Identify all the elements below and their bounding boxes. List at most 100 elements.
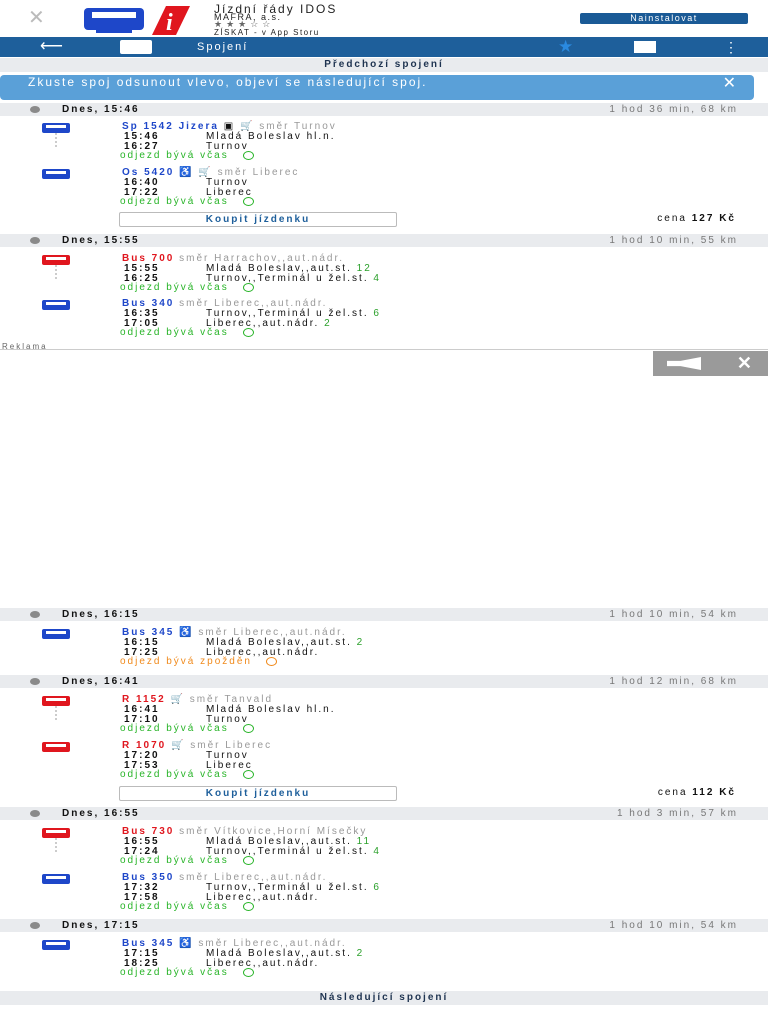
departure-time: Dnes, 16:41 bbox=[62, 676, 140, 687]
trip-duration: 1 hod 36 min, 68 km bbox=[609, 104, 738, 115]
top-nav-bar: ⟵ Spojení ★ ⋮ bbox=[0, 37, 768, 57]
punctuality-status: odjezd bývá včas bbox=[120, 150, 229, 162]
bus-icon bbox=[42, 629, 70, 639]
close-banner-icon[interactable]: ✕ bbox=[28, 5, 45, 30]
clock-icon bbox=[242, 724, 254, 733]
punctuality-status: odjezd bývá včas bbox=[120, 723, 229, 735]
route-line bbox=[55, 706, 57, 720]
connection-header[interactable]: Dnes, 17:15 1 hod 10 min, 54 km bbox=[0, 919, 768, 932]
punctuality-status: odjezd bývá včas bbox=[120, 282, 229, 294]
route-line bbox=[55, 133, 57, 147]
ticket-price: cena 127 Kč bbox=[657, 212, 736, 225]
previous-connections-button[interactable]: Předchozí spojení bbox=[0, 58, 768, 72]
clock-icon bbox=[242, 902, 254, 911]
price-label: cena bbox=[657, 213, 687, 224]
buy-ticket-button[interactable]: Koupit jízdenku bbox=[119, 786, 397, 801]
install-button[interactable]: Nainstalovat bbox=[580, 13, 748, 24]
dep-platform: 6 bbox=[373, 308, 381, 319]
header-dot-icon bbox=[30, 106, 40, 113]
close-ad-icon[interactable]: ✕ bbox=[737, 353, 752, 373]
bus-icon bbox=[42, 874, 70, 884]
bus-icon bbox=[42, 300, 70, 310]
trip-duration: 1 hod 10 min, 54 km bbox=[609, 609, 738, 620]
page-title: Spojení bbox=[197, 41, 249, 53]
next-connections-button[interactable]: Následující spojení bbox=[0, 991, 768, 1005]
connection-header[interactable]: Dnes, 16:41 1 hod 12 min, 68 km bbox=[0, 675, 768, 688]
departure-time: Dnes, 16:55 bbox=[62, 808, 140, 819]
trip-duration: 1 hod 3 min, 57 km bbox=[616, 808, 738, 819]
train-icon bbox=[42, 169, 70, 179]
ticket-price: cena 112 Kč bbox=[658, 786, 736, 799]
connection-leg[interactable]: Bus 350 směr Liberec,,aut.nádr. 17:32 Tur… bbox=[0, 872, 768, 912]
train-icon bbox=[42, 123, 70, 133]
dep-platform: 2 bbox=[356, 637, 365, 648]
clock-icon bbox=[242, 197, 254, 206]
svg-text:i: i bbox=[166, 10, 173, 35]
punctuality-status: odjezd bývá včas bbox=[120, 901, 229, 913]
clock-icon bbox=[242, 968, 254, 977]
clock-icon bbox=[242, 283, 254, 292]
clock-icon bbox=[242, 856, 254, 865]
arr-platform: 4 bbox=[373, 846, 381, 857]
punctuality-status: odjezd bývá včas bbox=[120, 327, 229, 339]
connection-leg[interactable]: Bus 345 ♿ směr Liberec,,aut.nádr. 17:15 M… bbox=[0, 938, 768, 978]
close-hint-icon[interactable]: ✕ bbox=[723, 76, 738, 92]
clock-icon bbox=[265, 657, 277, 666]
price-value: 112 Kč bbox=[692, 787, 736, 798]
clock-icon bbox=[242, 770, 254, 779]
connection-header[interactable]: Dnes, 15:55 1 hod 10 min, 55 km bbox=[0, 234, 768, 247]
back-arrow-icon[interactable]: ⟵ bbox=[40, 37, 63, 57]
ad-controls: ✕ bbox=[653, 351, 768, 376]
dep-platform: 2 bbox=[356, 948, 365, 959]
route-line bbox=[55, 838, 57, 852]
favorite-star-icon[interactable]: ★ bbox=[558, 37, 573, 57]
connection-header[interactable]: Dnes, 16:15 1 hod 10 min, 54 km bbox=[0, 608, 768, 621]
departure-time: Dnes, 15:55 bbox=[62, 235, 140, 246]
price-value: 127 Kč bbox=[691, 213, 736, 224]
connection-leg[interactable]: R 1070 🛒 směr Liberec 17:20 Turnov 17:53 L… bbox=[0, 740, 768, 780]
header-dot-icon bbox=[30, 810, 40, 817]
bus-icon bbox=[42, 828, 70, 838]
map-icon[interactable] bbox=[634, 41, 656, 53]
connection-leg[interactable]: Bus 700 směr Harrachov,,aut.nádr. 15:55 M… bbox=[0, 253, 768, 293]
departure-time: Dnes, 15:46 bbox=[62, 104, 140, 115]
app-banner: ✕ i Jízdní řády IDOS MAFRA, a.s. ★★★☆☆ Z… bbox=[0, 0, 768, 37]
hint-text: Zkuste spoj odsunout vlevo, objeví se ná… bbox=[28, 75, 428, 89]
ad-container: ✕ bbox=[0, 349, 768, 609]
bus-icon bbox=[42, 940, 70, 950]
trip-duration: 1 hod 10 min, 55 km bbox=[609, 235, 738, 246]
punctuality-status: odjezd bývá včas bbox=[120, 196, 229, 208]
route-line bbox=[55, 265, 57, 279]
connection-leg[interactable]: Bus 345 ♿ směr Liberec,,aut.nádr. 16:15 M… bbox=[0, 627, 768, 667]
buy-ticket-button[interactable]: Koupit jízdenku bbox=[119, 212, 397, 227]
app-icon bbox=[120, 40, 152, 54]
header-dot-icon bbox=[30, 922, 40, 929]
departure-time: Dnes, 17:15 bbox=[62, 920, 140, 931]
clock-icon bbox=[242, 328, 254, 337]
departure-time: Dnes, 16:15 bbox=[62, 609, 140, 620]
punctuality-status: odjezd bývá včas bbox=[120, 769, 229, 781]
speaker-icon[interactable] bbox=[667, 357, 701, 370]
header-dot-icon bbox=[30, 678, 40, 685]
trip-duration: 1 hod 12 min, 68 km bbox=[609, 676, 738, 687]
connection-leg[interactable]: Bus 730 směr Vítkovice,Horní Mísečky 16:… bbox=[0, 826, 768, 866]
idos-logo-icon: i bbox=[84, 6, 190, 35]
connection-leg[interactable]: R 1152 🛒 směr Tanvald 16:41 Mladá Bolesla… bbox=[0, 694, 768, 734]
price-label: cena bbox=[657, 787, 688, 798]
header-dot-icon bbox=[30, 237, 40, 244]
punctuality-status: odjezd bývá zpožděn bbox=[120, 656, 252, 668]
connection-header[interactable]: Dnes, 15:46 1 hod 36 min, 68 km bbox=[0, 103, 768, 116]
train-icon bbox=[42, 742, 70, 752]
punctuality-status: odjezd bývá včas bbox=[120, 855, 229, 867]
train-icon bbox=[42, 696, 70, 706]
connection-leg[interactable]: Bus 340 směr Liberec,,aut.nádr. 16:35 Tur… bbox=[0, 298, 768, 338]
dep-platform: 6 bbox=[373, 882, 381, 893]
connection-leg[interactable]: Sp 1542 Jizera ▣ 🛒 směr Turnov 15:46 Mlad… bbox=[0, 121, 768, 161]
bus-icon bbox=[42, 255, 70, 265]
more-menu-icon[interactable]: ⋮ bbox=[724, 37, 738, 57]
connection-leg[interactable]: Os 5420 ♿ 🛒 směr Liberec 16:40 Turnov 17:… bbox=[0, 167, 768, 207]
arr-platform: 4 bbox=[373, 273, 381, 284]
clock-icon bbox=[242, 151, 254, 160]
header-dot-icon bbox=[30, 611, 40, 618]
connection-header[interactable]: Dnes, 16:55 1 hod 3 min, 57 km bbox=[0, 807, 768, 820]
